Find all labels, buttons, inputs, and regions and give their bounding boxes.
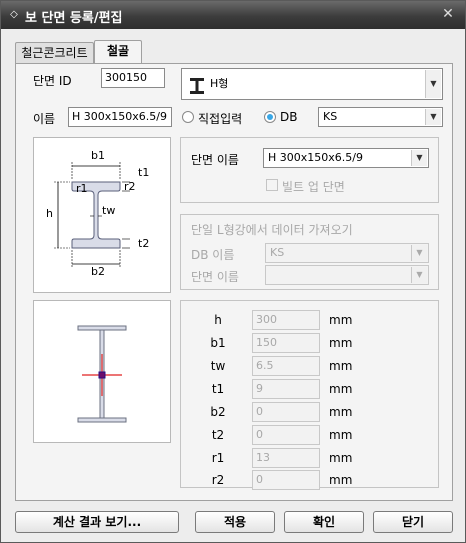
diagram-label-tw: tw: [102, 204, 116, 217]
single-l-section-label: 단면 이름: [191, 270, 239, 284]
shape-combo[interactable]: H형 ▼: [181, 68, 443, 100]
single-l-group: 단일 L형강에서 데이터 가져오기 DB 이름 KS ▼ 단면 이름 ▼: [180, 214, 439, 290]
window-title: 보 단면 등록/편집: [25, 11, 123, 26]
dimension-unit: mm: [329, 473, 353, 487]
dimension-unit: mm: [329, 313, 353, 327]
tab-steel[interactable]: 철골: [94, 40, 142, 64]
view-results-button[interactable]: 계산 결과 보기...: [15, 511, 179, 533]
section-diagram: b1 t1 r1 r2 h tw t2 b2: [33, 137, 171, 293]
single-l-db-combo[interactable]: KS ▼: [265, 243, 429, 263]
dimension-label: tw: [210, 359, 226, 373]
name-label: 이름: [33, 112, 56, 126]
dimension-input-t1[interactable]: 9: [252, 379, 320, 399]
single-l-db-label: DB 이름: [191, 248, 235, 262]
dimension-input-r1[interactable]: 13: [252, 448, 320, 468]
db-combo[interactable]: KS ▼: [318, 107, 443, 127]
name-input[interactable]: H 300x150x6.5/9: [68, 107, 172, 127]
diagram-label-r2: r2: [124, 180, 136, 193]
dimension-input-b1[interactable]: 150: [252, 333, 320, 353]
dimension-unit: mm: [329, 451, 353, 465]
chevron-down-icon[interactable]: ▼: [425, 109, 441, 125]
diagram-label-t2: t2: [138, 237, 150, 250]
section-id-label: 단면 ID: [33, 74, 72, 88]
single-l-section-combo[interactable]: ▼: [265, 265, 429, 285]
tab-label: 철골: [106, 44, 130, 58]
close-button[interactable]: 닫기: [373, 511, 453, 533]
close-icon[interactable]: ✕: [439, 5, 457, 23]
diagram-label-b2: b2: [91, 265, 105, 278]
chevron-down-icon[interactable]: ▼: [425, 70, 441, 98]
h-beam-icon: [190, 76, 204, 94]
built-up-checkbox[interactable]: [266, 179, 278, 191]
dimension-unit: mm: [329, 336, 353, 350]
section-name-value: H 300x150x6.5/9: [268, 151, 363, 164]
dimension-unit: mm: [329, 405, 353, 419]
section-name-label: 단면 이름: [191, 153, 239, 167]
dimensions-group: h 300 mm b1 150 mm tw 6.5 mm t1 9 mm b2: [180, 300, 439, 490]
diagram-label-h: h: [46, 207, 53, 220]
tab-reinforced-concrete[interactable]: 철근콘크리트: [15, 42, 94, 64]
dimension-input-b2[interactable]: 0: [252, 402, 320, 422]
shape-value: H형: [210, 77, 229, 90]
diagram-label-b1: b1: [91, 149, 105, 162]
title-bar[interactable]: ◇ 보 단면 등록/편집 ✕: [1, 1, 465, 29]
db-radio-label: DB: [280, 110, 298, 124]
ok-button[interactable]: 확인: [284, 511, 364, 533]
diagram-label-t1: t1: [138, 166, 150, 179]
dimension-input-h[interactable]: 300: [252, 310, 320, 330]
dimension-label: b2: [210, 405, 226, 419]
dimension-label: t2: [211, 428, 225, 442]
dimension-label: r2: [211, 473, 225, 487]
apply-button[interactable]: 적용: [195, 511, 275, 533]
dimension-label: h: [214, 313, 222, 327]
db-value: KS: [323, 110, 338, 123]
tab-panel: 단면 ID 300150 H형 ▼ 이름 H 300x150x6.5/9 직접입…: [15, 63, 453, 501]
direct-input-label: 직접입력: [198, 112, 243, 126]
dimension-label: t1: [211, 382, 225, 396]
diagram-label-r1: r1: [76, 182, 88, 195]
chevron-down-icon[interactable]: ▼: [411, 150, 427, 166]
built-up-label: 빌트 업 단면: [282, 180, 345, 194]
single-l-db-value: KS: [270, 246, 285, 259]
section-name-combo[interactable]: H 300x150x6.5/9 ▼: [263, 148, 429, 168]
section-id-input[interactable]: 300150: [101, 68, 165, 88]
single-l-title: 단일 L형강에서 데이터 가져오기: [191, 223, 353, 237]
h-beam-preview: [77, 325, 127, 423]
db-radio[interactable]: [264, 111, 276, 123]
chevron-down-icon[interactable]: ▼: [411, 267, 427, 283]
dimension-input-r2[interactable]: 0: [252, 470, 320, 490]
dimension-label: r1: [211, 451, 225, 465]
dimension-input-t2[interactable]: 0: [252, 425, 320, 445]
section-name-group: 단면 이름 H 300x150x6.5/9 ▼ 빌트 업 단면: [180, 137, 439, 203]
direct-input-radio[interactable]: [182, 111, 194, 123]
dimension-unit: mm: [329, 382, 353, 396]
dimension-unit: mm: [329, 359, 353, 373]
diamond-icon: ◇: [10, 9, 18, 20]
dialog-window: ◇ 보 단면 등록/편집 ✕ 철근콘크리트 철골 단면 ID 300150 H형…: [0, 0, 466, 543]
tab-label: 철근콘크리트: [21, 46, 88, 60]
dimension-input-tw[interactable]: 6.5: [252, 356, 320, 376]
chevron-down-icon[interactable]: ▼: [411, 245, 427, 261]
dimension-label: b1: [210, 336, 226, 350]
dimension-unit: mm: [329, 428, 353, 442]
section-preview: [33, 300, 171, 443]
